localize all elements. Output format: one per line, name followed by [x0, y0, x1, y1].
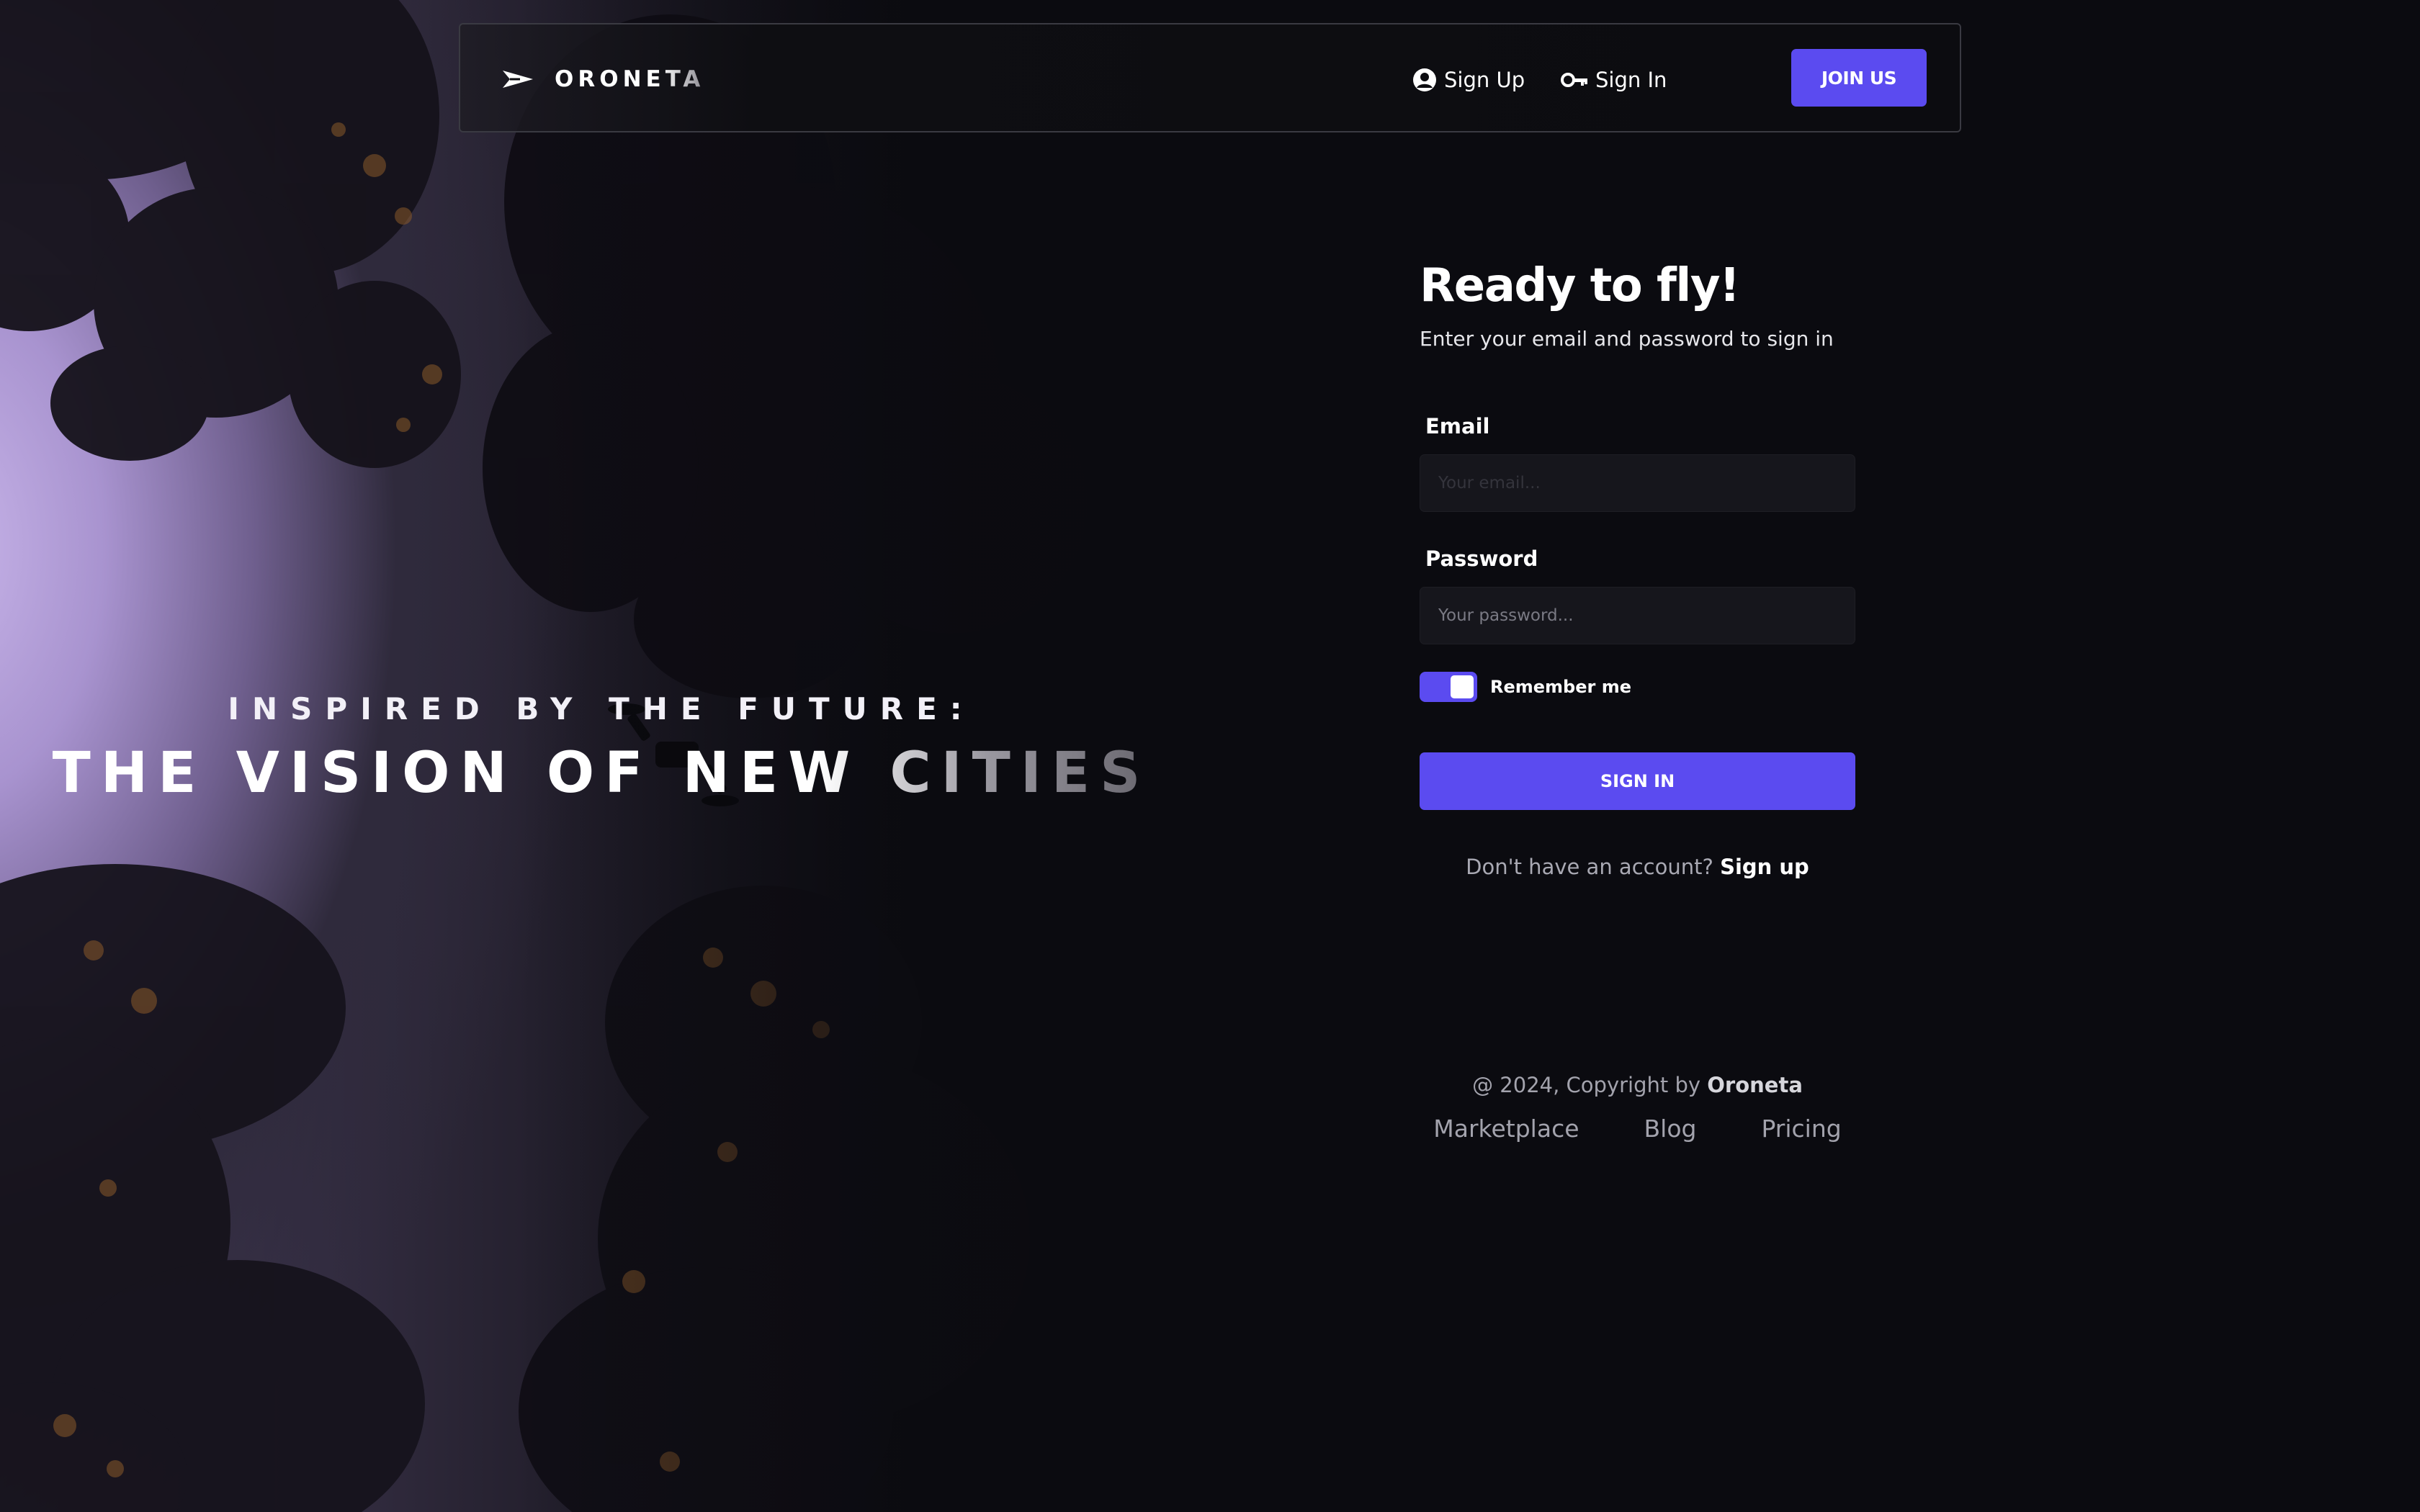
key-icon: [1561, 73, 1587, 87]
nav-sign-up-label: Sign Up: [1444, 68, 1525, 92]
sign-in-button[interactable]: SIGN IN: [1420, 752, 1855, 810]
signup-prompt: Don't have an account? Sign up: [1420, 855, 1855, 879]
plane-arrow-icon: [503, 71, 533, 88]
hero-headline: INSPIRED BY THE FUTURE: THE VISION OF NE…: [0, 691, 1203, 806]
footer-link-blog[interactable]: Blog: [1644, 1115, 1697, 1143]
user-circle-icon: [1413, 68, 1436, 91]
copyright-text: @ 2024, Copyright by Oroneta: [1420, 1073, 1855, 1097]
nav-sign-in-label: Sign In: [1595, 68, 1667, 92]
toggle-knob: [1451, 675, 1474, 698]
footer-link-pricing[interactable]: Pricing: [1761, 1115, 1841, 1143]
email-label: Email: [1425, 414, 1490, 438]
password-field[interactable]: [1420, 587, 1855, 644]
footer-links: Marketplace Blog Pricing: [1420, 1115, 1855, 1143]
sign-in-title: Ready to fly!: [1420, 259, 1740, 312]
brand-logo[interactable]: ORONETA: [501, 60, 704, 98]
remember-me-toggle[interactable]: [1420, 672, 1477, 702]
no-account-text: Don't have an account?: [1466, 855, 1713, 879]
copyright-brand: Oroneta: [1707, 1073, 1803, 1097]
brand-name: ORONETA: [555, 66, 705, 92]
nav-sign-in-link[interactable]: Sign In: [1561, 62, 1667, 98]
hero-subtitle: INSPIRED BY THE FUTURE:: [228, 691, 975, 726]
footer: @ 2024, Copyright by Oroneta Marketplace…: [1420, 1073, 1855, 1143]
password-label: Password: [1425, 546, 1538, 571]
sign-up-link[interactable]: Sign up: [1720, 855, 1809, 879]
copyright-prefix: @ 2024, Copyright by: [1472, 1073, 1701, 1097]
sign-in-page: INSPIRED BY THE FUTURE: THE VISION OF NE…: [0, 0, 2420, 1512]
hero-title: THE VISION OF NEW CITIES: [0, 741, 1203, 806]
footer-link-marketplace[interactable]: Marketplace: [1433, 1115, 1579, 1143]
hero-background-image: INSPIRED BY THE FUTURE: THE VISION OF NE…: [0, 0, 1296, 1512]
sign-in-subtitle: Enter your email and password to sign in: [1420, 327, 1834, 351]
email-field[interactable]: [1420, 454, 1855, 512]
join-us-button[interactable]: JOIN US: [1791, 49, 1927, 107]
remember-me-label: Remember me: [1490, 677, 1631, 697]
nav-sign-up-link[interactable]: Sign Up: [1412, 62, 1525, 98]
remember-me-row: Remember me: [1420, 672, 1855, 702]
top-navbar: ORONETA Sign Up Sign In JOIN US: [459, 23, 1961, 132]
sign-in-form: Ready to fly! Enter your email and passw…: [1420, 259, 1855, 879]
